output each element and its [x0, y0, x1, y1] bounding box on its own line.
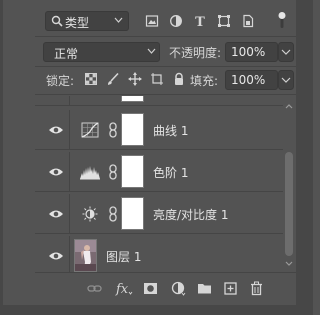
right-workspace-edge	[296, 0, 313, 315]
lock-transparent-pixels-icon[interactable]	[84, 72, 98, 86]
svg-text:T: T	[195, 15, 205, 28]
layers-panel-footer: fx	[35, 272, 296, 305]
link-icon[interactable]	[108, 122, 118, 138]
fill-input[interactable]: 100%	[225, 70, 278, 90]
layer-image-thumbnail[interactable]	[75, 240, 96, 271]
layer-row[interactable]: 曲线 1	[35, 110, 283, 150]
opacity-chevron-icon[interactable]	[278, 42, 294, 62]
divider	[35, 36, 296, 37]
layer-name[interactable]: 图层 1	[106, 248, 141, 265]
layer-mask-thumbnail[interactable]	[122, 114, 143, 145]
scrollbar-thumb[interactable]	[285, 152, 293, 256]
add-mask-icon[interactable]	[143, 281, 158, 296]
new-group-icon[interactable]	[197, 281, 212, 296]
eye-icon[interactable]	[48, 250, 64, 262]
layer-mask-thumbnail[interactable]	[122, 96, 143, 101]
layers-list: 曲线 1 色阶 1 亮度/对比度 1 图层 1	[35, 96, 296, 272]
svg-text:fx: fx	[115, 282, 129, 296]
layer-name[interactable]: 色阶 1	[153, 164, 188, 181]
divider	[69, 194, 70, 234]
eye-icon[interactable]	[48, 124, 64, 136]
smart-object-filter-icon[interactable]	[241, 14, 255, 28]
divider	[69, 96, 70, 106]
fill-label: 填充:	[190, 74, 219, 88]
scroll-down-icon[interactable]	[284, 260, 294, 268]
fill-chevron-icon[interactable]	[278, 70, 294, 90]
layer-row-partial[interactable]	[35, 96, 283, 106]
layer-mask-thumbnail[interactable]	[122, 198, 143, 229]
eye-icon[interactable]	[48, 208, 64, 220]
link-icon[interactable]	[108, 206, 118, 222]
left-workspace-edge	[0, 0, 3, 315]
divider	[35, 94, 296, 95]
brightness-contrast-icon	[82, 206, 98, 222]
opacity-value: 100%	[231, 45, 266, 59]
lock-all-icon[interactable]	[172, 72, 186, 86]
link-icon[interactable]	[108, 164, 118, 180]
filter-kind-select[interactable]: 类型	[45, 11, 129, 31]
adjustment-filter-icon[interactable]	[169, 14, 183, 28]
layer-row[interactable]: 色阶 1	[35, 152, 283, 192]
search-icon	[51, 15, 63, 27]
blend-mode-select[interactable]: 正常	[43, 42, 160, 62]
lock-artboard-icon[interactable]	[150, 72, 164, 86]
layer-name[interactable]: 曲线 1	[153, 122, 188, 139]
new-layer-icon[interactable]	[223, 281, 238, 296]
blend-mode-value: 正常	[54, 47, 79, 61]
adjustment-layer-icon[interactable]	[171, 281, 186, 296]
shape-filter-icon[interactable]	[217, 14, 231, 28]
link-layers-icon[interactable]	[87, 281, 102, 296]
chevron-down-icon	[114, 17, 123, 23]
chevron-down-icon	[147, 48, 156, 54]
delete-icon[interactable]	[249, 281, 264, 296]
curves-icon	[81, 122, 99, 138]
opacity-input[interactable]: 100%	[225, 42, 278, 62]
bottom-workspace-edge	[0, 305, 313, 315]
layer-mask-thumbnail[interactable]	[122, 156, 143, 187]
filter-kind-label: 类型	[65, 16, 90, 30]
pixel-filter-icon[interactable]	[145, 14, 159, 28]
divider	[69, 110, 70, 150]
layers-scrollbar[interactable]	[284, 96, 294, 272]
opacity-label: 不透明度:	[169, 46, 222, 60]
fx-icon[interactable]: fx	[115, 281, 133, 296]
lock-label: 锁定:	[46, 74, 75, 88]
divider	[69, 236, 70, 272]
levels-icon	[80, 166, 100, 180]
type-filter-icon[interactable]: T	[193, 14, 207, 28]
layer-name[interactable]: 亮度/对比度 1	[153, 206, 229, 223]
layer-row[interactable]: 图层 1	[35, 236, 283, 272]
divider	[69, 152, 70, 192]
filter-toggle-switch[interactable]	[278, 11, 286, 29]
layers-panel: 类型 T 正常 不透明度: 100% 锁定: 填充: 100% 曲线 1 色阶 …	[35, 0, 296, 305]
divider	[35, 66, 296, 67]
layer-filter-row: 类型 T	[35, 6, 296, 32]
lock-position-icon[interactable]	[128, 72, 142, 86]
layer-row[interactable]: 亮度/对比度 1	[35, 194, 283, 234]
scroll-up-icon[interactable]	[284, 102, 294, 110]
lock-image-pixels-icon[interactable]	[106, 72, 120, 86]
eye-icon[interactable]	[48, 166, 64, 178]
fill-value: 100%	[231, 73, 266, 87]
